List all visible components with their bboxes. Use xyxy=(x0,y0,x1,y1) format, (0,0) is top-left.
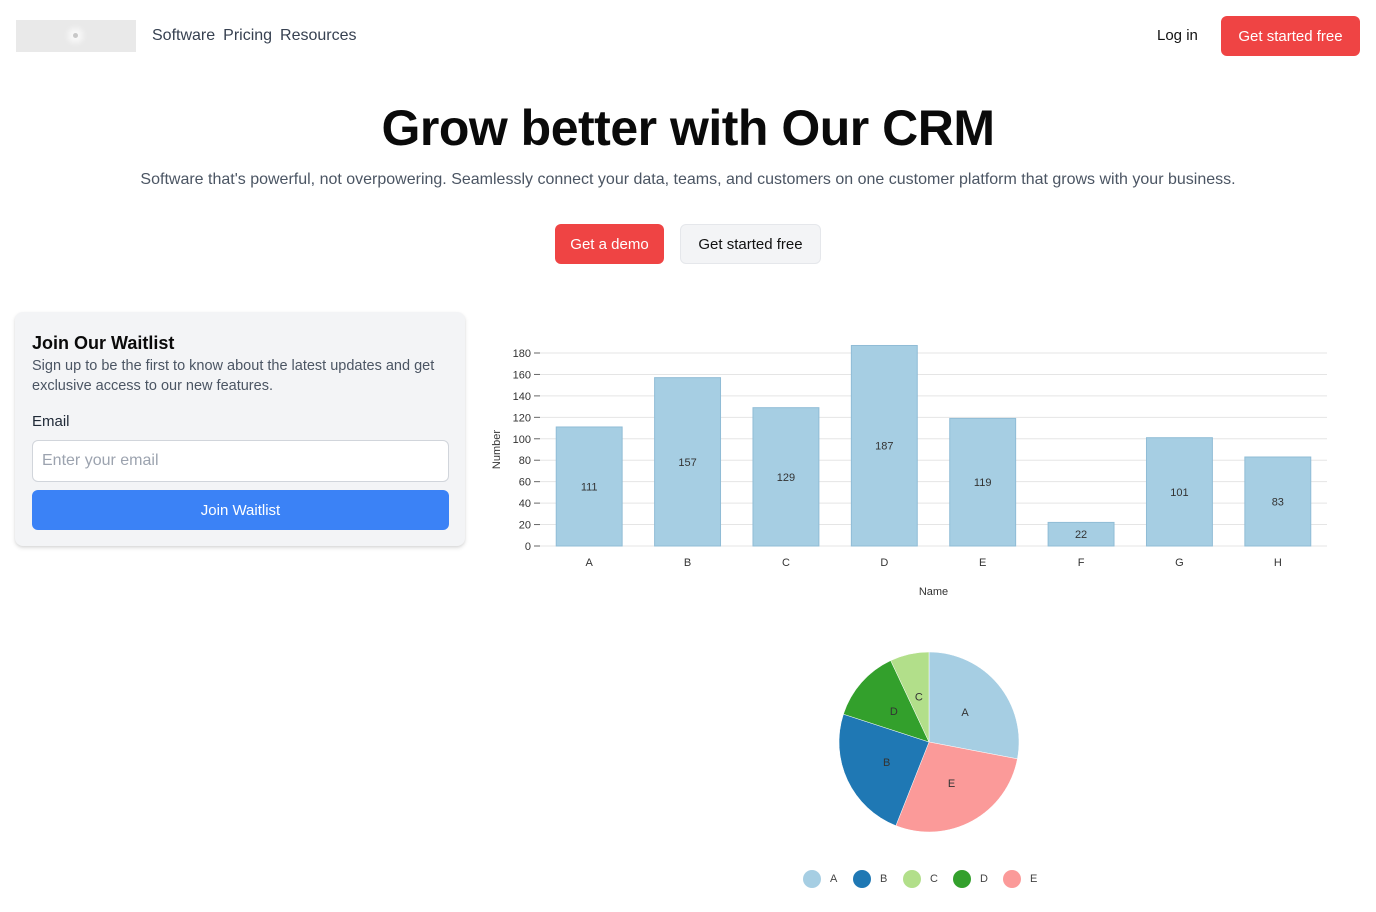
legend-item-B: B xyxy=(853,870,903,888)
y-tick-label: 60 xyxy=(519,477,531,489)
nav-link-pricing[interactable]: Pricing xyxy=(223,26,272,46)
x-tick-label: A xyxy=(586,557,594,569)
x-axis-label: Name xyxy=(919,586,948,598)
join-waitlist-button[interactable]: Join Waitlist xyxy=(32,490,449,530)
legend-label: B xyxy=(880,873,888,885)
x-tick-label: F xyxy=(1078,557,1085,569)
legend-swatch xyxy=(953,870,971,888)
hero-get-started-button[interactable]: Get started free xyxy=(680,224,821,264)
legend-item-A: A xyxy=(803,870,853,888)
x-tick-label: G xyxy=(1175,557,1184,569)
legend-swatch xyxy=(803,870,821,888)
hero-title: Grow better with Our CRM xyxy=(381,100,996,156)
logo-mark-icon xyxy=(73,33,78,38)
bar-chart: 0 20 40 60 80 100 120 140 160 180 111 A 157 B 129 C 187 D… xyxy=(491,344,1327,598)
bar-value-label: 129 xyxy=(777,472,795,484)
pie-slice-label: A xyxy=(961,707,969,719)
x-tick-label: H xyxy=(1274,557,1282,569)
y-tick-label: 80 xyxy=(519,455,531,467)
email-input[interactable] xyxy=(32,440,449,482)
login-link[interactable]: Log in xyxy=(1157,26,1198,46)
y-tick-label: 40 xyxy=(519,498,531,510)
x-tick-label: B xyxy=(684,557,691,569)
pie-slice-label: E xyxy=(948,778,955,790)
nav-get-started-button[interactable]: Get started free xyxy=(1221,16,1360,56)
email-label: Email xyxy=(32,413,70,430)
bar-value-label: 83 xyxy=(1272,497,1284,509)
pie-slice-label: C xyxy=(915,691,923,703)
y-tick-label: 120 xyxy=(513,412,531,424)
x-tick-label: E xyxy=(979,557,986,569)
legend-swatch xyxy=(853,870,871,888)
pie-slice-A xyxy=(928,651,1020,760)
legend-item-D: D xyxy=(953,870,1003,888)
waitlist-title: Join Our Waitlist xyxy=(32,333,175,353)
y-tick-label: 140 xyxy=(513,391,531,403)
legend-label: E xyxy=(1030,873,1038,885)
waitlist-card: Join Our Waitlist Sign up to be the firs… xyxy=(15,312,465,546)
legend-item-E: E xyxy=(1003,870,1053,888)
y-axis-label: Number xyxy=(491,430,503,469)
pie-slice-label: D xyxy=(890,706,898,718)
get-demo-button[interactable]: Get a demo xyxy=(555,224,664,264)
legend-label: C xyxy=(930,873,938,885)
y-tick-label: 180 xyxy=(513,348,531,360)
bar-value-label: 157 xyxy=(678,457,696,469)
bar-value-label: 111 xyxy=(581,481,598,493)
legend-swatch xyxy=(1003,870,1021,888)
nav-links: Software Pricing Resources xyxy=(152,26,357,46)
legend-label: D xyxy=(980,873,988,885)
pie-legend: A B C D E xyxy=(803,870,1053,888)
x-tick-label: D xyxy=(880,557,888,569)
legend-label: A xyxy=(830,873,838,885)
y-tick-label: 100 xyxy=(513,434,531,446)
top-nav: Software Pricing Resources Log in Get st… xyxy=(0,0,1376,72)
nav-link-resources[interactable]: Resources xyxy=(280,26,356,46)
x-tick-label: C xyxy=(782,557,790,569)
y-tick-label: 160 xyxy=(513,369,531,381)
pie-slice-label: B xyxy=(883,757,890,769)
legend-item-C: C xyxy=(903,870,953,888)
bar-value-label: 22 xyxy=(1075,529,1087,541)
y-tick-label: 20 xyxy=(519,520,531,532)
bar-value-label: 119 xyxy=(974,477,992,489)
waitlist-description: Sign up to be the first to know about th… xyxy=(32,358,435,394)
y-tick-label: 0 xyxy=(525,541,531,553)
bar-value-label: 101 xyxy=(1170,487,1188,499)
bar-value-label: 187 xyxy=(875,441,893,453)
legend-swatch xyxy=(903,870,921,888)
hero-subtitle: Software that's powerful, not overpoweri… xyxy=(140,171,1236,188)
nav-link-software[interactable]: Software xyxy=(152,26,215,46)
pie-chart: A E B D C xyxy=(838,651,1020,833)
